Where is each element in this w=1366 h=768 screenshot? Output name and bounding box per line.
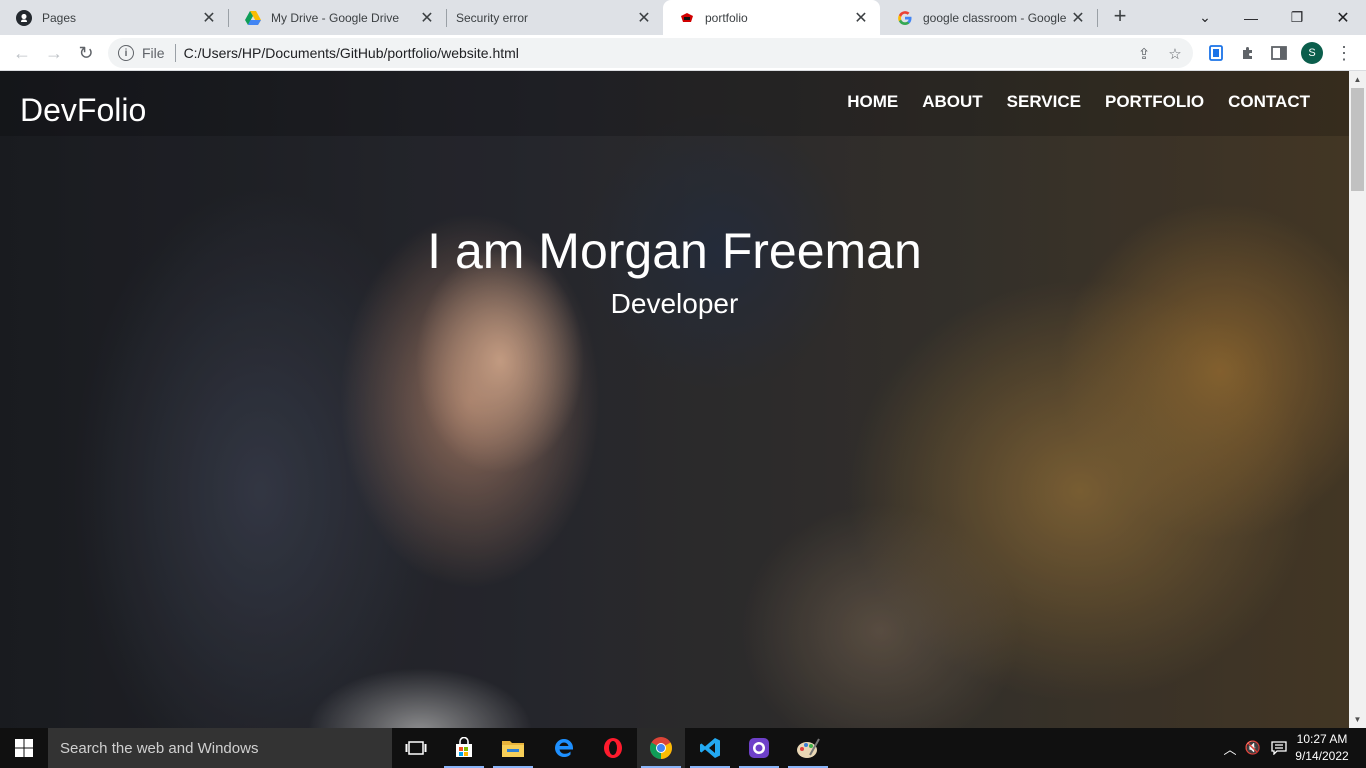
close-tab-icon[interactable]: ✕ — [635, 9, 653, 27]
address-url[interactable]: C:/Users/HP/Documents/GitHub/portfolio/w… — [184, 45, 519, 61]
chrome-icon[interactable] — [637, 728, 685, 768]
address-scheme-label: File — [142, 45, 165, 61]
close-tab-icon[interactable]: ✕ — [852, 9, 870, 27]
nav-link-service[interactable]: SERVICE — [1007, 93, 1081, 111]
bookmark-star-icon[interactable]: ☆ — [1166, 45, 1184, 63]
store-icon[interactable] — [440, 728, 488, 768]
google-icon — [897, 10, 913, 26]
close-window-button[interactable]: ✕ — [1320, 0, 1366, 35]
notification-center-icon[interactable] — [1270, 740, 1288, 756]
site-nav: HOME ABOUT SERVICE PORTFOLIO CONTACT — [823, 93, 1310, 111]
tab-security-error[interactable]: Security error ✕ — [447, 0, 663, 35]
hero-background-image — [0, 71, 1349, 728]
nav-link-portfolio[interactable]: PORTFOLIO — [1105, 93, 1204, 111]
close-tab-icon[interactable]: ✕ — [1069, 9, 1087, 27]
google-drive-icon — [245, 10, 261, 26]
windows-start-icon[interactable] — [0, 728, 48, 768]
site-logo[interactable]: DevFolio — [20, 93, 146, 127]
windows-taskbar: Search the web and Windows ︿ 🔇 10:27 AM … — [0, 728, 1366, 768]
edge-icon[interactable] — [540, 728, 588, 768]
tab-title: Pages — [42, 10, 77, 25]
tray-chevron-up-icon[interactable]: ︿ — [1221, 740, 1239, 757]
github-desktop-icon[interactable] — [735, 728, 783, 768]
vertical-scrollbar[interactable]: ▲ ▼ — [1349, 71, 1366, 728]
scroll-up-arrow-icon[interactable]: ▲ — [1349, 71, 1366, 88]
tab-portfolio[interactable]: portfolio ✕ — [663, 0, 880, 35]
info-icon[interactable]: i — [118, 45, 134, 61]
extensions-puzzle-icon[interactable] — [1238, 43, 1258, 63]
extension-google-docs-icon[interactable] — [1206, 43, 1226, 63]
tab-google-drive[interactable]: My Drive - Google Drive ✕ — [229, 0, 446, 35]
browser-toolbar: ← → ↻ i File C:/Users/HP/Documents/GitHu… — [0, 35, 1366, 71]
scrollbar-thumb[interactable] — [1351, 88, 1364, 191]
minimize-button[interactable]: — — [1228, 0, 1274, 35]
nav-link-home[interactable]: HOME — [847, 93, 898, 111]
close-tab-icon[interactable]: ✕ — [418, 9, 436, 27]
clock-date: 9/14/2022 — [1295, 749, 1349, 763]
tab-pages[interactable]: Pages ✕ — [0, 0, 228, 35]
tab-title: google classroom - Google S — [923, 10, 1069, 25]
task-view-icon[interactable] — [392, 728, 440, 768]
nav-link-about[interactable]: ABOUT — [922, 93, 982, 111]
back-arrow-icon[interactable]: ← — [8, 39, 36, 67]
address-divider — [174, 44, 176, 62]
tab-title: portfolio — [705, 10, 748, 25]
tab-title: Security error — [456, 10, 529, 25]
profile-avatar[interactable]: S — [1301, 42, 1323, 64]
close-tab-icon[interactable]: ✕ — [200, 9, 218, 27]
reload-icon[interactable]: ↻ — [72, 39, 100, 67]
browser-tab-strip: Pages ✕ My Drive - Google Drive ✕ Securi… — [0, 0, 1366, 35]
scroll-down-arrow-icon[interactable]: ▼ — [1349, 711, 1366, 728]
share-icon[interactable]: ⇪ — [1135, 45, 1153, 63]
tab-title: My Drive - Google Drive — [271, 10, 400, 25]
github-icon — [16, 9, 32, 26]
nav-link-contact[interactable]: CONTACT — [1228, 93, 1310, 111]
forward-arrow-icon[interactable]: → — [40, 39, 68, 67]
side-panel-icon[interactable] — [1269, 43, 1289, 63]
clock-time: 10:27 AM — [1296, 732, 1348, 746]
tab-google-classroom[interactable]: google classroom - Google S ✕ — [881, 0, 1097, 35]
tab-divider — [1097, 9, 1098, 27]
site-header: DevFolio HOME ABOUT SERVICE PORTFOLIO CO… — [0, 71, 1349, 136]
new-tab-button[interactable]: + — [1108, 5, 1132, 29]
file-explorer-icon[interactable] — [489, 728, 537, 768]
hero-title: I am Morgan Freeman — [427, 223, 922, 279]
paint-icon[interactable] — [784, 728, 832, 768]
volume-muted-icon[interactable]: 🔇 — [1244, 740, 1262, 756]
taskbar-search-box[interactable]: Search the web and Windows — [48, 728, 392, 768]
portfolio-favicon — [679, 10, 695, 26]
restore-button[interactable]: ❐ — [1274, 0, 1320, 35]
tab-search-chevron-icon[interactable]: ⌄ — [1182, 0, 1228, 35]
browser-menu-icon[interactable]: ⋮ — [1334, 43, 1354, 63]
hero-subtitle: Developer — [610, 288, 739, 319]
vscode-icon[interactable] — [686, 728, 734, 768]
address-bar[interactable]: i File C:/Users/HP/Documents/GitHub/port… — [108, 38, 1193, 68]
page-viewport: DevFolio HOME ABOUT SERVICE PORTFOLIO CO… — [0, 71, 1349, 728]
taskbar-clock[interactable]: 10:27 AM 9/14/2022 — [1292, 731, 1352, 765]
opera-icon[interactable] — [589, 728, 637, 768]
